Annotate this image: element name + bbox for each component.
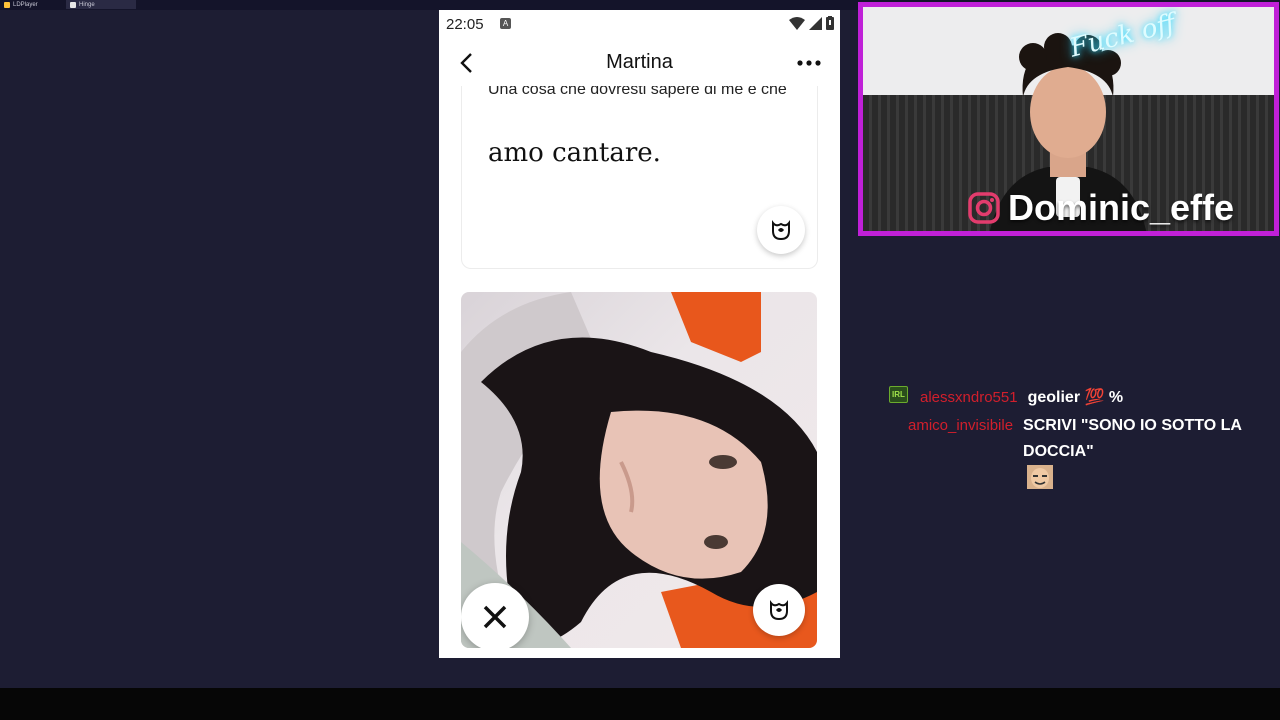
irl-badge: IRL <box>889 386 908 403</box>
streamer-handle: Dominic_effe <box>1008 187 1235 228</box>
phone-screen: 22:05 A Martina Una cosa che dovresti sa… <box>439 10 840 658</box>
page-title: Martina <box>606 51 673 73</box>
chat-text: SCRIVI "SONO IO SOTTO LA DOCCIA" <box>1023 417 1242 460</box>
notification-icon: A <box>500 18 511 29</box>
rose-icon <box>770 600 788 621</box>
status-bar: 22:05 A <box>439 10 840 40</box>
ldplayer-icon <box>4 1 10 8</box>
chat-username[interactable]: alessxndro551 <box>920 386 1018 410</box>
signal-icon <box>809 16 822 30</box>
emote-icon <box>1027 465 1054 489</box>
rose-like-button[interactable] <box>757 206 805 254</box>
chat-message: IRL alessxndro551 geolier 💯 % <box>889 386 1123 410</box>
app-header: Martina <box>439 40 840 86</box>
os-tab-ldplayer[interactable]: LDPlayer <box>0 0 42 9</box>
bottom-bar <box>0 688 1280 720</box>
wifi-icon <box>789 16 805 30</box>
close-icon <box>483 605 507 629</box>
skip-button[interactable] <box>461 583 529 648</box>
webcam-overlay: Fuck off Dominic_effe <box>858 2 1279 236</box>
prompt-card: Una cosa che dovresti sapere di me è che… <box>461 68 818 269</box>
rose-icon <box>772 220 790 241</box>
chat-message: amico_invisibile SCRIVI "SONO IO SOTTO L… <box>908 413 1253 491</box>
webcam-caption: Dominic_effe <box>968 187 1234 229</box>
battery-icon <box>826 16 834 30</box>
os-tab-label: Hinge <box>79 1 95 8</box>
more-dots-icon[interactable] <box>796 53 822 73</box>
chat-text: geolier 💯 % <box>1027 389 1124 406</box>
instagram-icon <box>968 192 1000 224</box>
status-time: 22:05 <box>446 16 484 33</box>
chat-username[interactable]: amico_invisibile <box>908 413 1013 491</box>
rose-like-button[interactable] <box>753 584 805 636</box>
os-tab-hinge[interactable]: Hinge <box>66 0 136 9</box>
prompt-answer: amo cantare. <box>488 138 661 168</box>
os-tab-label: LDPlayer <box>13 1 38 8</box>
profile-photo[interactable] <box>461 292 817 648</box>
hinge-icon <box>70 1 76 8</box>
